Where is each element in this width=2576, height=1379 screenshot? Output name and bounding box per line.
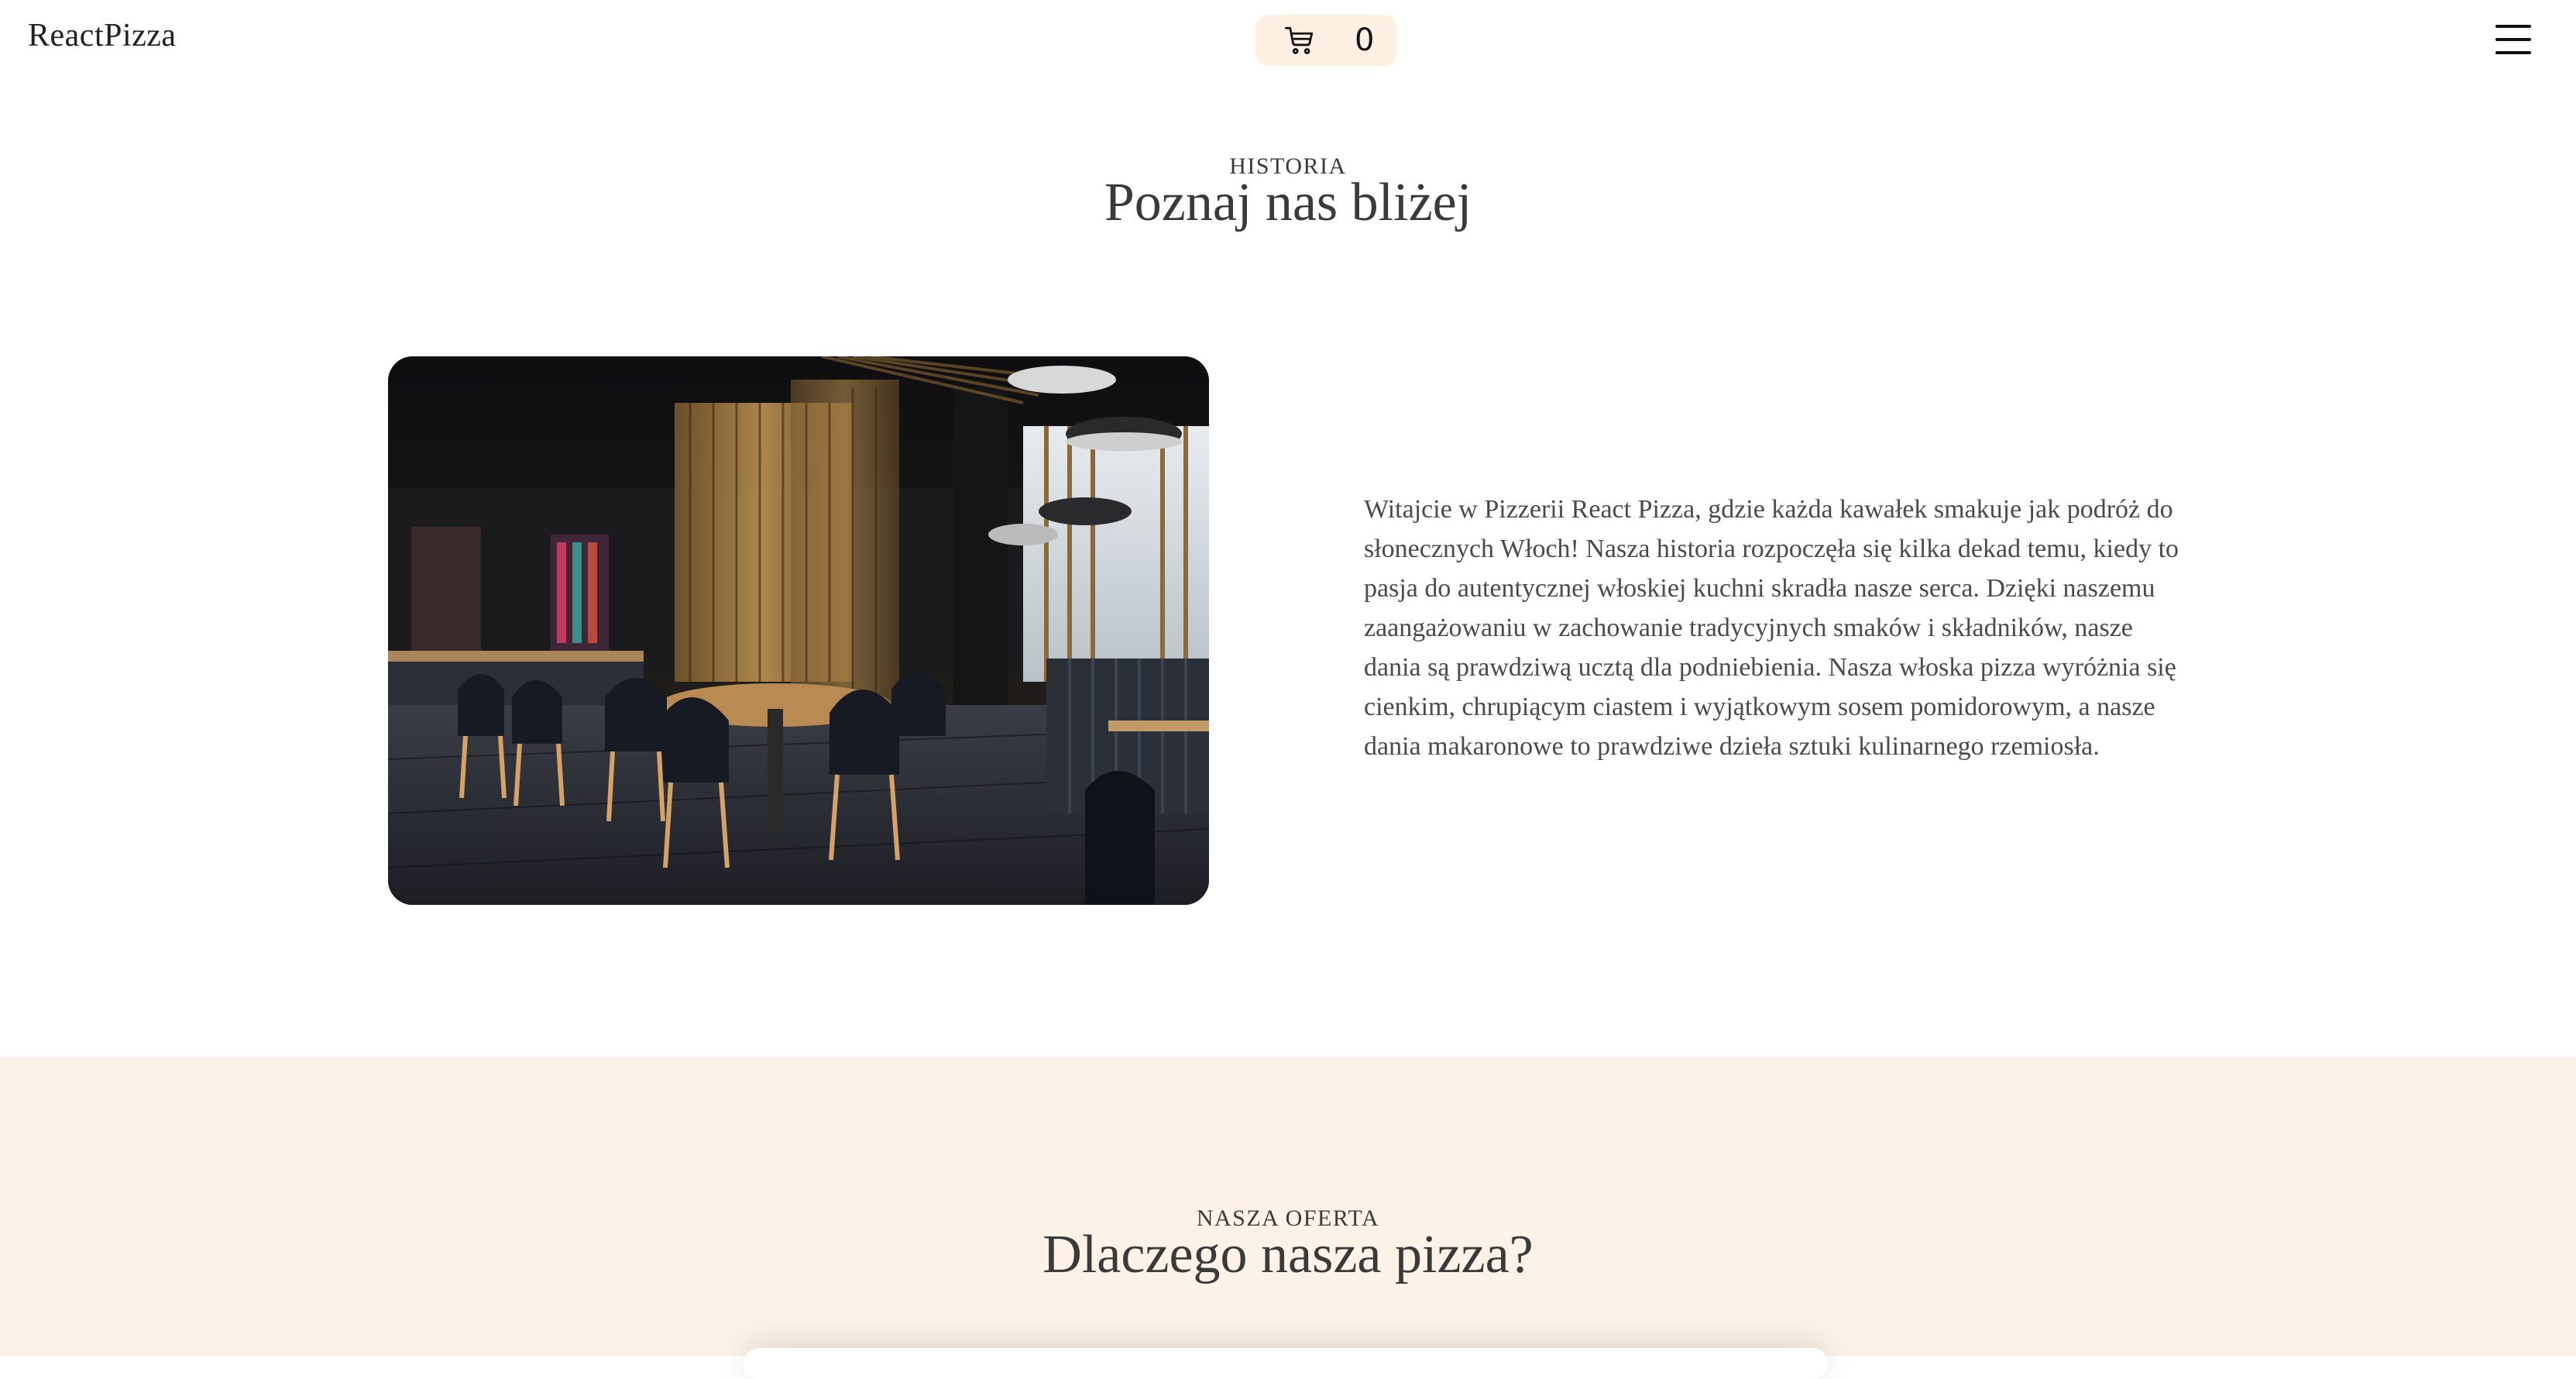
offer-section: NASZA OFERTA Dlaczego nasza pizza? — [0, 1057, 2576, 1379]
restaurant-interior-photo — [388, 356, 1209, 905]
history-title: Poznaj nas bliżej — [1104, 173, 1472, 232]
site-header: ReactPizza 0 — [0, 0, 2576, 81]
cart-count: 0 — [1355, 22, 1375, 58]
offer-card — [744, 1348, 1828, 1379]
site-logo[interactable]: ReactPizza — [28, 17, 177, 54]
history-text: Witajcie w Pizzerii React Pizza, gdzie k… — [1364, 495, 2179, 761]
cart-button[interactable]: 0 — [1255, 15, 1397, 66]
hamburger-menu-icon[interactable] — [2494, 22, 2533, 57]
cart-icon — [1285, 26, 1314, 54]
offer-title: Dlaczego nasza pizza? — [1042, 1225, 1534, 1284]
